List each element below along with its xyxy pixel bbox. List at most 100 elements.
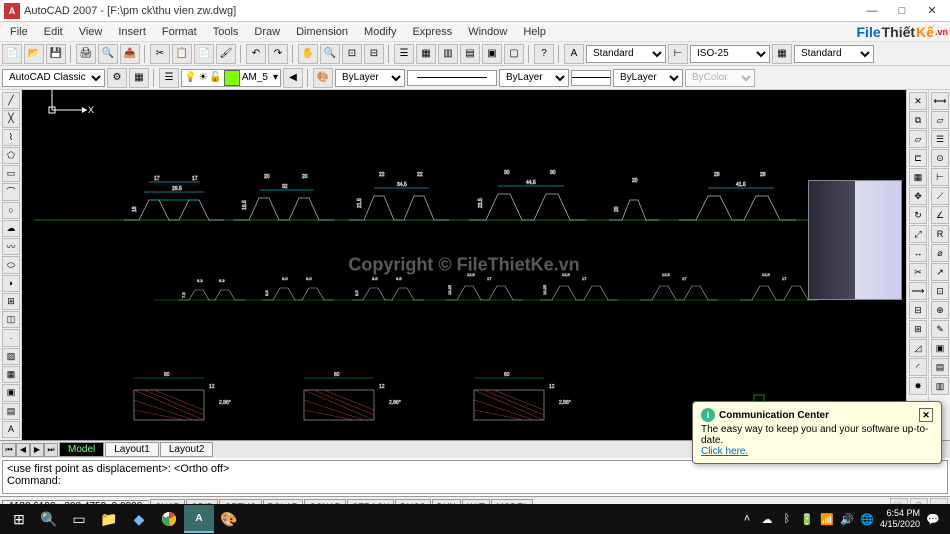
command-window[interactable]: <use first point as displacement>: <Orth… bbox=[2, 460, 948, 494]
tray-network-icon[interactable]: 📶 bbox=[820, 512, 834, 526]
leader-tool[interactable]: ↗ bbox=[931, 263, 949, 281]
open-button[interactable]: 📂 bbox=[24, 44, 44, 64]
dim-linear-tool[interactable]: ⊢ bbox=[931, 168, 949, 186]
table-tool[interactable]: ▤ bbox=[2, 403, 20, 420]
search-button[interactable]: 🔍 bbox=[34, 505, 64, 533]
popup-link[interactable]: Click here. bbox=[701, 446, 748, 457]
zoom-button[interactable]: 🔍 bbox=[320, 44, 340, 64]
explorer-button[interactable]: 📁 bbox=[94, 505, 124, 533]
menu-view[interactable]: View bbox=[71, 24, 111, 40]
zoom-window-button[interactable]: ⊡ bbox=[342, 44, 362, 64]
paste-button[interactable]: 📄 bbox=[194, 44, 214, 64]
dim-angular-tool[interactable]: ∠ bbox=[931, 206, 949, 224]
color-select[interactable]: ByLayer bbox=[335, 69, 405, 87]
line-tool[interactable]: ╱ bbox=[2, 92, 20, 109]
ellipse-tool[interactable]: ⬭ bbox=[2, 256, 20, 273]
gradient-tool[interactable]: ▦ bbox=[2, 366, 20, 383]
mtext-tool[interactable]: A bbox=[2, 421, 20, 438]
circle-tool[interactable]: ○ bbox=[2, 202, 20, 219]
array-tool[interactable]: ▦ bbox=[909, 168, 927, 186]
workspace-select[interactable]: AutoCAD Classic bbox=[2, 69, 105, 87]
extra2-tool[interactable]: ▤ bbox=[931, 358, 949, 376]
dim-style-select[interactable]: ISO-25 bbox=[690, 45, 770, 63]
print-button[interactable]: 🖨 bbox=[76, 44, 96, 64]
tray-bluetooth-icon[interactable]: ᛒ bbox=[780, 512, 794, 526]
menu-tools[interactable]: Tools bbox=[205, 24, 247, 40]
menu-format[interactable]: Format bbox=[154, 24, 205, 40]
spline-tool[interactable]: 〰 bbox=[2, 238, 20, 255]
chrome-button[interactable] bbox=[154, 505, 184, 533]
tray-battery-icon[interactable]: 🔋 bbox=[800, 512, 814, 526]
table-style-select[interactable]: Standard bbox=[794, 45, 874, 63]
tray-lang-icon[interactable]: 🌐 bbox=[860, 512, 874, 526]
menu-modify[interactable]: Modify bbox=[356, 24, 404, 40]
extra3-tool[interactable]: ▥ bbox=[931, 377, 949, 395]
popup-close-button[interactable]: ✕ bbox=[919, 408, 933, 422]
tab-layout1[interactable]: Layout1 bbox=[105, 442, 159, 457]
linetype-select[interactable]: ByLayer bbox=[499, 69, 569, 87]
extend-tool[interactable]: ⟶ bbox=[909, 282, 927, 300]
undo-button[interactable]: ↶ bbox=[246, 44, 266, 64]
tab-model[interactable]: Model bbox=[59, 442, 104, 457]
tab-nav-first[interactable]: ⏮ bbox=[2, 443, 16, 457]
layer-select[interactable]: 💡 ☀ 🔓 AM_5 ▾ bbox=[181, 69, 281, 87]
tool-palette-preview[interactable] bbox=[808, 180, 902, 300]
point-tool[interactable]: · bbox=[2, 329, 20, 346]
calc-button[interactable]: ▢ bbox=[504, 44, 524, 64]
menu-file[interactable]: File bbox=[2, 24, 36, 40]
rectangle-tool[interactable]: ▭ bbox=[2, 165, 20, 182]
stretch-tool[interactable]: ↔ bbox=[909, 244, 927, 262]
plotstyle-select[interactable]: ByColor bbox=[685, 69, 755, 87]
notifications-icon[interactable]: 💬 bbox=[926, 512, 940, 526]
chamfer-tool[interactable]: ◿ bbox=[909, 339, 927, 357]
menu-window[interactable]: Window bbox=[460, 24, 515, 40]
tray-up-icon[interactable]: ˄ bbox=[740, 512, 754, 526]
menu-draw[interactable]: Draw bbox=[246, 24, 288, 40]
break-tool[interactable]: ⊟ bbox=[909, 301, 927, 319]
menu-dimension[interactable]: Dimension bbox=[288, 24, 356, 40]
start-button[interactable]: ⊞ bbox=[4, 505, 34, 533]
layer-manager-button[interactable]: ☰ bbox=[159, 68, 179, 88]
sheet-button[interactable]: ▤ bbox=[460, 44, 480, 64]
explode-tool[interactable]: ✸ bbox=[909, 377, 927, 395]
tray-volume-icon[interactable]: 🔊 bbox=[840, 512, 854, 526]
hatch-tool[interactable]: ▨ bbox=[2, 348, 20, 365]
layer-prev-button[interactable]: ◀ bbox=[283, 68, 303, 88]
zoom-prev-button[interactable]: ⊟ bbox=[364, 44, 384, 64]
save-button[interactable]: 💾 bbox=[46, 44, 66, 64]
center-tool[interactable]: ⊕ bbox=[931, 301, 949, 319]
move-tool[interactable]: ✥ bbox=[909, 187, 927, 205]
cut-button[interactable]: ✂ bbox=[150, 44, 170, 64]
linetype-preview[interactable] bbox=[407, 70, 497, 86]
ws-settings-button[interactable]: ⚙ bbox=[107, 68, 127, 88]
offset-tool[interactable]: ⊏ bbox=[909, 149, 927, 167]
revcloud-tool[interactable]: ☁ bbox=[2, 220, 20, 237]
id-tool[interactable]: ⊙ bbox=[931, 149, 949, 167]
trim-tool[interactable]: ✂ bbox=[909, 263, 927, 281]
fillet-tool[interactable]: ◜ bbox=[909, 358, 927, 376]
taskbar-clock[interactable]: 6:54 PM 4/15/2020 bbox=[880, 508, 920, 530]
polygon-tool[interactable]: ⬠ bbox=[2, 147, 20, 164]
scale-tool[interactable]: ⤢ bbox=[909, 225, 927, 243]
new-button[interactable]: 📄 bbox=[2, 44, 22, 64]
dim-aligned-tool[interactable]: ⟋ bbox=[931, 187, 949, 205]
minimize-button[interactable]: — bbox=[858, 2, 886, 20]
menu-help[interactable]: Help bbox=[515, 24, 554, 40]
properties-button[interactable]: ☰ bbox=[394, 44, 414, 64]
toolpalette-button[interactable]: ▥ bbox=[438, 44, 458, 64]
close-button[interactable]: ✕ bbox=[918, 2, 946, 20]
help-button[interactable]: ? bbox=[534, 44, 554, 64]
arc-tool[interactable]: ⌒ bbox=[2, 183, 20, 200]
menu-express[interactable]: Express bbox=[404, 24, 460, 40]
tab-nav-next[interactable]: ▶ bbox=[30, 443, 44, 457]
drawing-canvas[interactable]: 17 29.5 17 18 20 32 20 19.5 22 bbox=[22, 90, 906, 440]
publish-button[interactable]: 📤 bbox=[120, 44, 140, 64]
color-button[interactable]: 🎨 bbox=[313, 68, 333, 88]
mirror-tool[interactable]: ▱ bbox=[909, 130, 927, 148]
extra1-tool[interactable]: ▣ bbox=[931, 339, 949, 357]
pline-tool[interactable]: ⌇ bbox=[2, 129, 20, 146]
dimstyle-icon[interactable]: ⊢ bbox=[668, 44, 688, 64]
xline-tool[interactable]: ╳ bbox=[2, 110, 20, 127]
erase-tool[interactable]: ✕ bbox=[909, 92, 927, 110]
paint-button[interactable]: 🎨 bbox=[214, 505, 244, 533]
